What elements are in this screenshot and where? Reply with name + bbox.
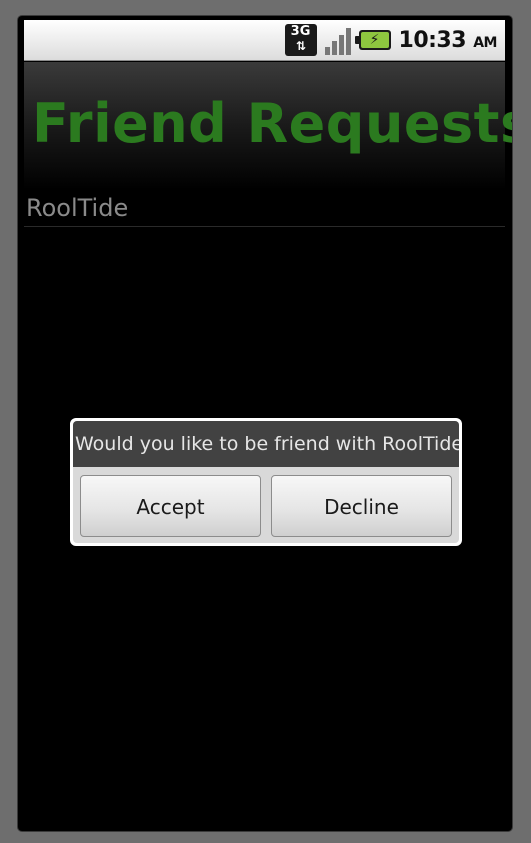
status-clock: 10:33 AM: [398, 27, 498, 53]
clock-time: 10:33: [398, 27, 467, 53]
dialog-message: Would you like to be friend with RoolTid…: [73, 421, 459, 467]
friend-request-dialog: Would you like to be friend with RoolTid…: [70, 418, 462, 546]
dialog-button-row: Accept Decline: [73, 467, 459, 543]
battery-charging-icon: ⚡: [354, 30, 391, 50]
clock-ampm: AM: [473, 34, 497, 51]
status-bar: 3G ⇅ ⚡ 10:33 AM: [24, 20, 505, 61]
page-title: Friend Requests: [32, 92, 512, 155]
network-3g-icon: 3G ⇅: [284, 24, 317, 56]
status-icons: 3G ⇅ ⚡ 10:33 AM: [284, 20, 498, 60]
list-item-label: RoolTide: [26, 194, 129, 222]
friend-request-list: RoolTide: [24, 192, 505, 227]
phone-screen: 3G ⇅ ⚡ 10:33 AM Friend Requests RoolTide: [18, 16, 512, 831]
network-label: 3G: [290, 24, 311, 39]
dialog-body: Would you like to be friend with RoolTid…: [73, 421, 459, 543]
decline-button[interactable]: Decline: [271, 475, 452, 537]
title-bar: Friend Requests: [24, 62, 512, 190]
accept-button[interactable]: Accept: [80, 475, 261, 537]
signal-strength-icon: [324, 25, 351, 55]
list-item[interactable]: RoolTide: [24, 192, 505, 227]
data-arrows-icon: ⇅: [295, 39, 306, 53]
